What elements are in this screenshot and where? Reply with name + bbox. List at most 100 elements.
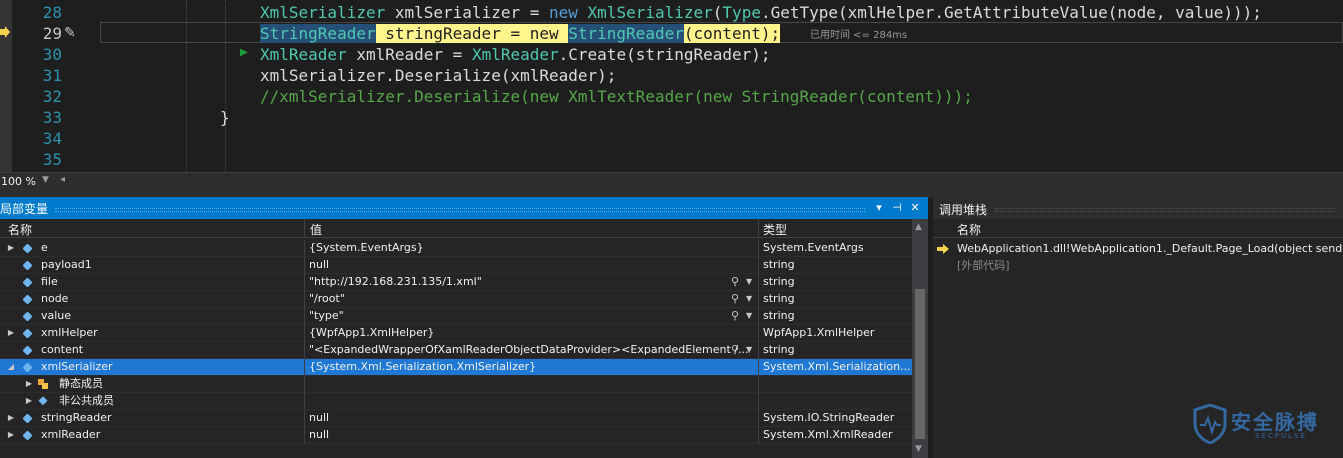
- zoom-bar: 100 % ▼ ◂: [0, 172, 1343, 189]
- line-number: 31: [42, 66, 62, 85]
- code-editor[interactable]: 28 XmlSerializer xmlSerializer = new XmlS…: [0, 0, 1343, 172]
- code-text[interactable]: //xmlSerializer.Deserialize(new XmlTextR…: [260, 86, 973, 107]
- variable-value[interactable]: "<ExpandedWrapperOfXamlReaderObjectDataP…: [309, 342, 757, 359]
- column-header-value[interactable]: 值: [310, 221, 322, 238]
- code-text[interactable]: XmlSerializer xmlSerializer = new XmlSer…: [260, 2, 1262, 23]
- locals-title-bar[interactable]: 局部变量 ▾ ⊣ ✕: [0, 197, 928, 219]
- window-menu-chevron-icon[interactable]: ▾: [872, 200, 886, 216]
- close-icon[interactable]: ✕: [908, 200, 922, 216]
- code-text[interactable]: xmlSerializer.Deserialize(xmlReader);: [260, 65, 616, 86]
- scroll-up-icon[interactable]: ▲: [915, 222, 922, 232]
- locals-row[interactable]: ▶ xmlHelper {WpfApp1.XmlHelper} WpfApp1.Xml…: [0, 325, 912, 342]
- chevron-down-icon[interactable]: ▼: [746, 308, 752, 324]
- variable-value[interactable]: "http://192.168.231.135/1.xml": [309, 274, 757, 291]
- column-separator[interactable]: [304, 219, 305, 238]
- locals-row[interactable]: node "/root" ⚲ ▼ string: [0, 291, 912, 308]
- column-header-name[interactable]: 名称: [8, 221, 32, 238]
- variable-name-cell[interactable]: ▶ stringReader: [0, 410, 304, 427]
- locals-row[interactable]: ▶ e {System.EventArgs} System.EventArgs: [0, 240, 912, 257]
- variable-value[interactable]: {System.Xml.Serialization.XmlSerializer}: [309, 359, 757, 376]
- variable-name-cell[interactable]: ▶ xmlReader: [0, 427, 304, 444]
- expand-arrow-icon[interactable]: ▶: [24, 393, 34, 409]
- locals-row[interactable]: file "http://192.168.231.135/1.xml" ⚲ ▼ stri…: [0, 274, 912, 291]
- visualizer-search-icon[interactable]: ⚲: [731, 342, 739, 358]
- variable-name-cell[interactable]: ▶ 静态成员: [0, 376, 304, 393]
- variable-value[interactable]: [309, 376, 757, 393]
- expand-arrow-icon[interactable]: ▶: [6, 325, 16, 341]
- code-token: xmlSerializer =: [385, 3, 549, 22]
- expand-arrow-icon[interactable]: ▶: [6, 427, 16, 443]
- code-text[interactable]: StringReader stringReader = new StringRe…: [260, 23, 781, 44]
- locals-row[interactable]: ▶ 静态成员: [0, 376, 912, 393]
- locals-row[interactable]: ◢ xmlSerializer {System.Xml.Serialization.…: [0, 359, 912, 376]
- code-line[interactable]: 30 XmlReader xmlReader = XmlReader.Create…: [0, 44, 1343, 65]
- watermark-text: 安全脉搏: [1231, 410, 1319, 434]
- line-number: 32: [42, 87, 62, 106]
- chevron-down-icon[interactable]: ▼: [746, 291, 752, 307]
- variable-name-cell[interactable]: payload1: [0, 257, 304, 274]
- variable-name-cell[interactable]: ▶ 非公共成员: [0, 393, 304, 410]
- chevron-down-icon[interactable]: ▼: [42, 175, 49, 185]
- variable-value[interactable]: "type": [309, 308, 757, 325]
- code-line[interactable]: 29 StringReader stringReader = new String…: [0, 23, 1343, 44]
- variable-name-cell[interactable]: file: [0, 274, 304, 291]
- cell-separator: [304, 427, 305, 444]
- visualizer-search-icon[interactable]: ⚲: [731, 291, 739, 307]
- variable-name-cell[interactable]: ▶ xmlHelper: [0, 325, 304, 342]
- cell-separator: [758, 291, 759, 308]
- code-line[interactable]: 28 XmlSerializer xmlSerializer = new XmlS…: [0, 2, 1343, 23]
- variable-value[interactable]: "/root": [309, 291, 757, 308]
- cell-separator: [758, 240, 759, 257]
- call-stack-frame[interactable]: WebApplication1.dll!WebApplication1._Def…: [933, 241, 1343, 258]
- visualizer-search-icon[interactable]: ⚲: [731, 308, 739, 324]
- code-line[interactable]: 35: [0, 149, 1343, 170]
- expand-arrow-icon[interactable]: ▶: [6, 410, 16, 426]
- column-header-name[interactable]: 名称: [957, 221, 981, 238]
- pin-icon[interactable]: ⊣: [890, 200, 904, 216]
- chevron-down-icon[interactable]: ▼: [746, 274, 752, 290]
- scroll-left-icon[interactable]: ◂: [60, 174, 65, 185]
- variable-value[interactable]: null: [309, 257, 757, 274]
- code-line[interactable]: 34: [0, 128, 1343, 149]
- vertical-scrollbar[interactable]: ▲ ▼: [912, 219, 928, 458]
- variable-name-cell[interactable]: value: [0, 308, 304, 325]
- locals-rows: ▶ e {System.EventArgs} System.EventArgs payl…: [0, 240, 912, 458]
- variable-value[interactable]: {WpfApp1.XmlHelper}: [309, 325, 757, 342]
- variable-value[interactable]: [309, 393, 757, 410]
- variable-name-cell[interactable]: ▶ e: [0, 240, 304, 257]
- collapse-arrow-icon[interactable]: ◢: [6, 359, 16, 375]
- code-token: new: [549, 3, 578, 22]
- variable-name-cell[interactable]: ◢ xmlSerializer: [0, 359, 304, 376]
- chevron-down-icon[interactable]: ▼: [746, 342, 752, 358]
- run-to-click-icon[interactable]: ▶: [240, 47, 248, 58]
- call-stack-frame[interactable]: [外部代码]: [933, 258, 1343, 275]
- variable-name-cell[interactable]: content: [0, 342, 304, 359]
- visualizer-search-icon[interactable]: ⚲: [731, 274, 739, 290]
- code-line[interactable]: 31 xmlSerializer.Deserialize(xmlReader);: [0, 65, 1343, 86]
- code-line[interactable]: 33: [0, 107, 1343, 128]
- call-stack-title-bar[interactable]: 调用堆栈: [933, 197, 1343, 219]
- column-separator[interactable]: [758, 219, 759, 238]
- variable-value[interactable]: {System.EventArgs}: [309, 240, 757, 257]
- expand-arrow-icon[interactable]: ▶: [6, 240, 16, 256]
- column-header-type[interactable]: 类型: [763, 221, 787, 238]
- locals-row[interactable]: value "type" ⚲ ▼ string: [0, 308, 912, 325]
- locals-row[interactable]: payload1 null string: [0, 257, 912, 274]
- locals-row[interactable]: ▶ xmlReader null System.Xml.XmlReader: [0, 427, 912, 444]
- locals-row[interactable]: ▶ 非公共成员: [0, 393, 912, 410]
- panel-splitter[interactable]: [0, 189, 1343, 197]
- variable-value[interactable]: null: [309, 410, 757, 427]
- locals-row[interactable]: ▶ stringReader null System.IO.StringReader: [0, 410, 912, 427]
- scrollbar-thumb[interactable]: [915, 289, 925, 439]
- locals-row[interactable]: content "<ExpandedWrapperOfXamlReaderObje…: [0, 342, 912, 359]
- code-token: XmlSerializer: [260, 3, 386, 22]
- variable-name-cell[interactable]: node: [0, 291, 304, 308]
- perf-tip[interactable]: 已用时间 <= 284ms: [810, 26, 907, 41]
- cell-separator: [304, 342, 305, 359]
- code-text[interactable]: XmlReader xmlReader = XmlReader.Create(s…: [260, 44, 771, 65]
- expand-arrow-icon[interactable]: ▶: [24, 376, 34, 392]
- cell-separator: [758, 376, 759, 393]
- code-line[interactable]: 32 //xmlSerializer.Deserialize(new XmlTex…: [0, 86, 1343, 107]
- variable-value[interactable]: null: [309, 427, 757, 444]
- scroll-down-icon[interactable]: ▼: [915, 444, 922, 454]
